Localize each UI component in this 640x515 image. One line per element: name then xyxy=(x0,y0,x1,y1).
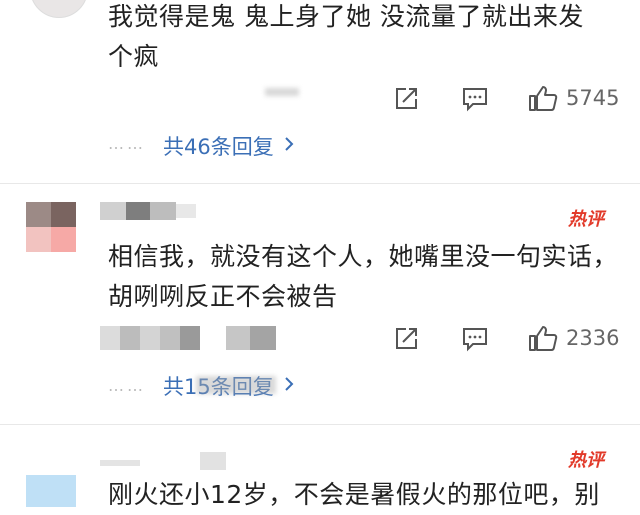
comment-icon xyxy=(461,86,489,112)
comment-text: 相信我，就没有这个人，她嘴里没一句实话， 胡咧咧反正不会被告 xyxy=(108,237,633,317)
avatar[interactable] xyxy=(26,202,76,252)
comment-text: 我觉得是鬼 鬼上身了她 没流量了就出来发 个疯 xyxy=(108,0,628,77)
comment-meta-redacted xyxy=(100,326,280,352)
username-redacted[interactable] xyxy=(100,452,230,472)
redacted-overlay xyxy=(196,376,276,394)
view-replies-link[interactable]: 共46条回复 xyxy=(163,131,294,161)
comment-text-line: 我觉得是鬼 鬼上身了她 没流量了就出来发 xyxy=(108,2,584,31)
comment-text-line: 相信我，就没有这个人，她嘴里没一句实话， xyxy=(108,242,619,271)
share-button[interactable] xyxy=(393,326,419,352)
avatar[interactable] xyxy=(30,0,88,18)
reply-indent-dots: …… xyxy=(108,376,146,395)
thumbs-up-icon xyxy=(528,324,558,352)
divider xyxy=(0,424,640,425)
comment-text-line: 刚火还小12岁，不会是暑假火的那位吧，别 xyxy=(108,480,600,509)
comment-button[interactable] xyxy=(461,326,489,352)
avatar[interactable] xyxy=(26,475,76,507)
thumbs-up-icon xyxy=(528,84,558,112)
comment-icon xyxy=(461,326,489,352)
divider xyxy=(0,183,640,184)
share-icon xyxy=(393,326,419,352)
like-button[interactable]: 5745 xyxy=(528,84,619,112)
chevron-right-icon xyxy=(284,376,294,396)
chevron-right-icon xyxy=(284,136,294,156)
replies-count-label: 共46条回复 xyxy=(163,135,274,159)
redacted-text xyxy=(265,88,299,96)
comment-button[interactable] xyxy=(461,86,489,112)
like-count: 5745 xyxy=(566,86,620,110)
username-redacted[interactable] xyxy=(100,200,200,222)
like-button[interactable]: 2336 xyxy=(528,324,619,352)
like-count: 2336 xyxy=(566,326,620,350)
share-icon xyxy=(393,86,419,112)
comment-text-line: 个疯 xyxy=(108,42,160,71)
hot-comment-badge: 热评 xyxy=(568,209,604,230)
comment-text: 刚火还小12岁，不会是暑假火的那位吧，别 xyxy=(108,475,633,515)
comment-text-line: 胡咧咧反正不会被告 xyxy=(108,282,338,311)
reply-indent-dots: …… xyxy=(108,134,146,153)
share-button[interactable] xyxy=(393,86,419,112)
hot-comment-badge: 热评 xyxy=(568,450,604,471)
